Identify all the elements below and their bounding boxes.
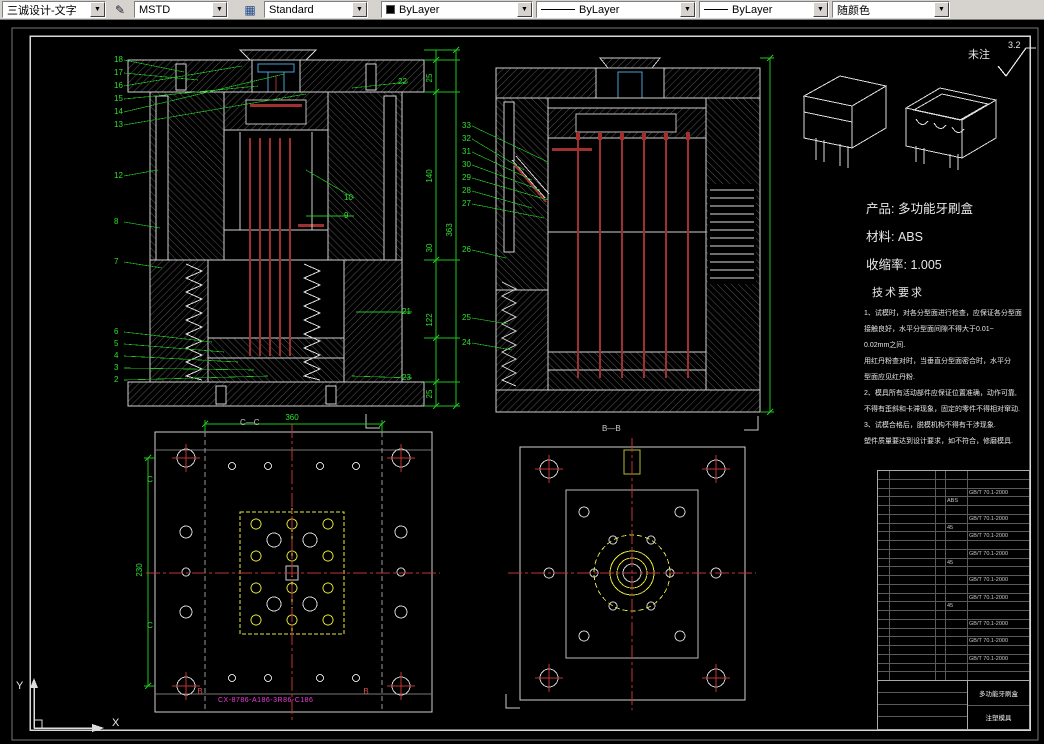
section-label-left: C—C — [240, 418, 260, 427]
parts-list: GB/T 70.1-2000 ABS GB/T 70.1-2000 45 GB/T 70… — [878, 471, 1029, 681]
parts-list-row — [878, 479, 1029, 489]
lineweight-control-combo[interactable]: ByLayer ▼ — [699, 1, 829, 18]
parts-list-row: GB/T 70.1-2000 — [878, 637, 1029, 646]
tech-requirement-line: 接触良好，水平分型面间隙不得大于0.01~ — [864, 326, 994, 333]
color-swatch-icon — [386, 5, 395, 14]
parts-list-row — [878, 506, 1029, 515]
chevron-down-icon[interactable]: ▼ — [934, 2, 949, 17]
mold-base-code: CX-8786-A186-3R86-C186 — [218, 697, 314, 704]
chevron-down-icon[interactable]: ▼ — [813, 2, 828, 17]
chevron-down-icon[interactable]: ▼ — [680, 2, 695, 17]
parts-list-row — [878, 611, 1029, 620]
section-label-right: B—B — [602, 424, 621, 433]
table-style-icon[interactable]: ▦ — [239, 0, 261, 19]
plot-style-value: 随颜色 — [837, 4, 870, 17]
parts-list-row — [878, 672, 1029, 680]
tech-requirement-line: 塑件质量要达到设计要求，如不符合，修磨模具. — [864, 438, 1013, 445]
surface-roughness-value: 3.2 — [1008, 40, 1021, 50]
parts-list-row: GB/T 70.1-2000 — [878, 576, 1029, 585]
parts-list-row: GB/T 70.1-2000 — [878, 488, 1029, 498]
table-style-combo[interactable]: Standard ▼ — [264, 1, 368, 18]
chevron-down-icon[interactable]: ▼ — [90, 2, 105, 17]
dim-style-icon[interactable]: ✎ — [109, 0, 131, 19]
linetype-sample-icon — [541, 9, 575, 10]
parts-list-row — [878, 663, 1029, 673]
parts-list-row: GB/T 70.1-2000 — [878, 619, 1029, 629]
product-isometric-views — [802, 75, 998, 170]
parts-list-row — [878, 646, 1029, 655]
revision-grid — [878, 681, 968, 729]
material-note: 材料: ABS — [866, 230, 923, 244]
parts-list-row: GB/T 70.1-2000 — [878, 549, 1029, 559]
title-block: GB/T 70.1-2000 ABS GB/T 70.1-2000 45 GB/T 70… — [877, 470, 1030, 730]
tech-requirement-line: 用红丹粉查对时，当垂直分型面密合时，水平分 — [864, 358, 1011, 365]
section-view-right — [495, 57, 761, 413]
parts-list-row: GB/T 70.1-2000 — [878, 593, 1029, 603]
parts-list-row: ABS — [878, 497, 1029, 506]
title-block-drawing-name: 注塑模具 — [985, 715, 1012, 723]
color-value: ByLayer — [399, 3, 440, 16]
view-corner-marks — [365, 414, 759, 709]
surface-note-label: 未注 — [968, 49, 990, 61]
plot-style-control-combo[interactable]: 随颜色 ▼ — [832, 1, 950, 18]
tech-requirements-title: 技术要求 — [872, 287, 924, 299]
tech-requirement-line: 1、试模时，对各分型面进行检查，应保证各分型面 — [864, 310, 1022, 317]
title-block-product-name: 多功能牙刷盒 — [968, 681, 1029, 706]
tech-requirement-line: 型面应见红丹粉. — [864, 374, 915, 381]
linetype-value: ByLayer — [579, 3, 620, 16]
ucs-x-label: X — [112, 717, 120, 729]
drawing-area[interactable]: 18 17 16 15 14 13 12 8 7 6 5 4 3 2 22 10 9 21 23 33 32 31 30 29… — [0, 20, 1044, 744]
styles-properties-toolbar: 三诚设计-文字 ▼ ✎ MSTD ▼ ▦ Standard ▼ ByLayer … — [0, 0, 1044, 20]
tech-requirement-line: 0.02mm之间. — [864, 342, 906, 349]
parts-list-row: 45 — [878, 602, 1029, 611]
parts-list-row — [878, 628, 1029, 638]
linetype-control-combo[interactable]: ByLayer ▼ — [536, 1, 696, 18]
lineweight-sample-icon — [704, 9, 728, 10]
parts-list-row: GB/T 70.1-2000 — [878, 514, 1029, 524]
table-style-value: Standard — [269, 3, 314, 16]
tech-requirement-line: 2、模具所有活动部件应保证位置准确，动作可靠, — [864, 390, 1017, 397]
plan-view-left — [146, 424, 440, 720]
text-style-combo[interactable]: 三诚设计-文字 ▼ — [2, 1, 106, 18]
parts-list-row: 45 — [878, 558, 1029, 568]
tech-requirement-line: 3、试模合格后，脱模机构不得有干涉现象. — [864, 422, 996, 429]
color-control-combo[interactable]: ByLayer ▼ — [381, 1, 533, 18]
ucs-icon — [30, 678, 104, 732]
product-note: 产品: 多功能牙刷盒 — [866, 202, 973, 216]
lineweight-value: ByLayer — [732, 3, 773, 16]
shrinkage-note: 收缩率: 1.005 — [866, 258, 942, 272]
chevron-down-icon[interactable]: ▼ — [517, 2, 532, 17]
parts-list-row — [878, 541, 1029, 550]
chevron-down-icon[interactable]: ▼ — [352, 2, 367, 17]
section-view-left — [127, 49, 425, 407]
tech-requirement-line: 不得有歪斜和卡滞现象，固定的零件不得相对窜动. — [864, 406, 1020, 413]
text-style-value: 三诚设计-文字 — [7, 4, 77, 17]
chevron-down-icon[interactable]: ▼ — [212, 2, 227, 17]
parts-list-row: GB/T 70.1-2000 — [878, 654, 1029, 664]
dim-style-value: MSTD — [139, 3, 171, 16]
plan-view-right — [508, 438, 756, 710]
parts-list-row: GB/T 70.1-2000 — [878, 532, 1029, 541]
tech-requirements-block: 1、试模时，对各分型面进行检查，应保证各分型面 接触良好，水平分型面间隙不得大于0… — [864, 306, 1034, 450]
parts-list-row — [878, 567, 1029, 576]
parts-list-row — [878, 471, 1029, 480]
parts-list-row: 45 — [878, 523, 1029, 533]
dim-style-combo[interactable]: MSTD ▼ — [134, 1, 228, 18]
parts-list-row — [878, 584, 1029, 594]
ucs-y-label: Y — [16, 680, 24, 692]
